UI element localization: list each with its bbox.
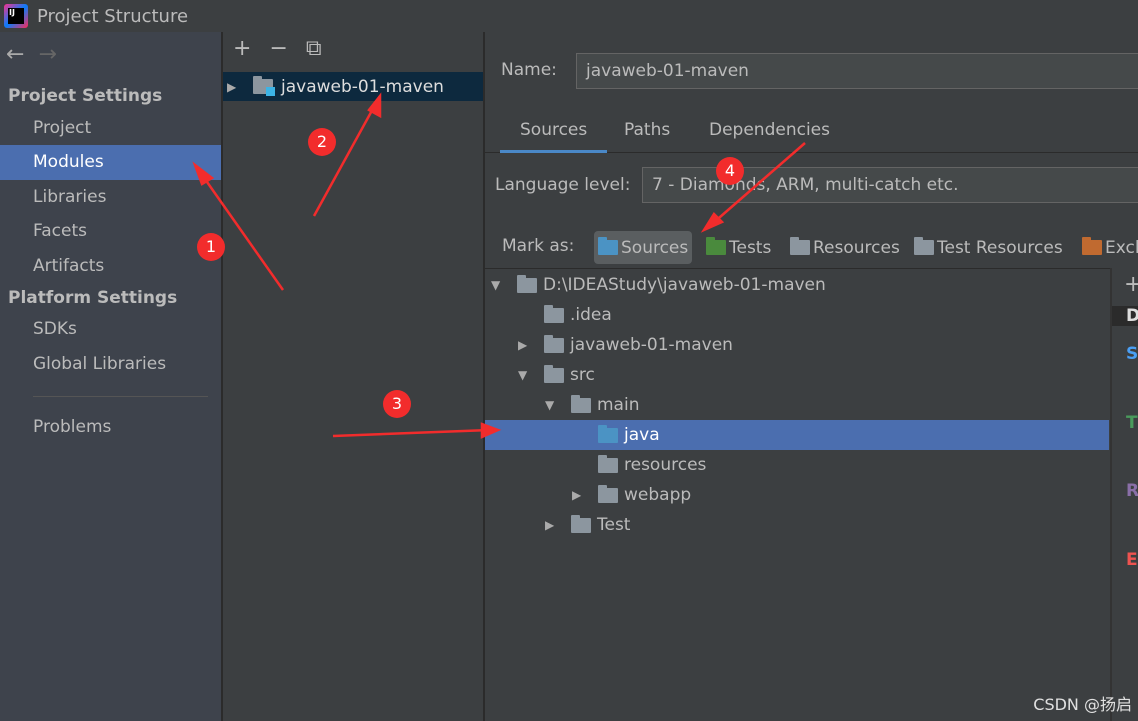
divider xyxy=(33,396,208,397)
sidebar-item-facets[interactable]: Facets xyxy=(0,214,221,249)
content-root-tree: ▼ D:\IDEAStudy\javaweb-01-maven .idea ▶ java… xyxy=(485,268,1110,721)
test-resources-folder-icon xyxy=(914,237,934,255)
expand-arrow-icon[interactable]: ▶ xyxy=(227,80,239,94)
add-content-root-icon[interactable]: + xyxy=(1124,272,1138,297)
expand-arrow-icon[interactable]: ▼ xyxy=(518,368,530,382)
annotation-badge-3: 3 xyxy=(383,390,411,418)
tree-node[interactable]: ▶ webapp xyxy=(485,480,1109,510)
folder-icon xyxy=(544,364,564,383)
content-root-panel: + D S T R E xyxy=(1110,268,1138,721)
sidebar: ← → Project Settings Project Modules Libr… xyxy=(0,32,221,721)
mark-sources-button[interactable]: Sources xyxy=(594,231,693,264)
mark-excluded-button[interactable]: Excl xyxy=(1078,231,1138,264)
folder-icon xyxy=(571,394,591,413)
tab-paths[interactable]: Paths xyxy=(624,120,670,153)
tree-node-label: Test xyxy=(597,515,631,535)
module-label: javaweb-01-maven xyxy=(281,76,444,97)
remove-icon[interactable]: − xyxy=(269,36,287,61)
folder-icon xyxy=(598,484,618,503)
sources-folder-icon xyxy=(598,237,618,255)
resources-folder-icon xyxy=(790,237,810,255)
tree-node[interactable]: java xyxy=(485,420,1109,450)
mark-as-label: Mark as: xyxy=(502,236,575,256)
test-folders-label: T xyxy=(1126,413,1138,433)
tree-node[interactable]: .idea xyxy=(485,300,1109,330)
watermark: CSDN @扬启 xyxy=(1033,695,1132,714)
expand-arrow-icon[interactable]: ▼ xyxy=(491,278,503,292)
folder-icon xyxy=(517,274,537,293)
tree-node[interactable]: ▶ javaweb-01-maven xyxy=(485,330,1109,360)
back-arrow-icon[interactable]: ← xyxy=(6,42,24,67)
tree-node[interactable]: ▼ D:\IDEAStudy\javaweb-01-maven xyxy=(485,270,1109,300)
sidebar-item-global-libraries[interactable]: Global Libraries xyxy=(0,347,221,382)
expand-arrow-icon[interactable]: ▶ xyxy=(545,518,557,532)
tab-bar: Sources Paths Dependencies xyxy=(485,110,1138,153)
root-header: D xyxy=(1112,306,1138,326)
tab-dependencies[interactable]: Dependencies xyxy=(709,120,830,153)
module-item[interactable]: ▶ javaweb-01-maven xyxy=(223,72,483,101)
module-folder-icon xyxy=(253,76,275,96)
folder-icon xyxy=(544,334,564,353)
annotation-badge-1: 1 xyxy=(197,233,225,261)
tree-node[interactable]: resources xyxy=(485,450,1109,480)
tree-node-label: javaweb-01-maven xyxy=(570,335,733,355)
platform-settings-heading: Platform Settings xyxy=(8,288,178,308)
expand-arrow-icon[interactable]: ▶ xyxy=(518,338,530,352)
source-folders-label: S xyxy=(1126,344,1138,364)
module-editor: Name: javaweb-01-maven Sources Paths Dep… xyxy=(485,32,1138,721)
sidebar-item-problems[interactable]: Problems xyxy=(0,410,221,445)
excluded-folders-label: E xyxy=(1126,550,1138,570)
tree-node[interactable]: ▼ main xyxy=(485,390,1109,420)
sidebar-item-project[interactable]: Project xyxy=(0,111,221,146)
title-bar: IJ Project Structure xyxy=(0,0,1138,32)
sidebar-item-artifacts[interactable]: Artifacts xyxy=(0,249,221,284)
folder-icon xyxy=(598,454,618,473)
expand-arrow-icon[interactable]: ▼ xyxy=(545,398,557,412)
mark-resources-button[interactable]: Resources xyxy=(786,231,904,264)
tree-node[interactable]: ▶ Test xyxy=(485,510,1109,540)
excluded-folder-icon xyxy=(1082,237,1102,255)
sidebar-item-libraries[interactable]: Libraries xyxy=(0,180,221,215)
name-input[interactable]: javaweb-01-maven xyxy=(576,53,1138,89)
resource-folders-label: R xyxy=(1126,481,1138,501)
folder-icon xyxy=(598,424,618,443)
name-label: Name: xyxy=(501,60,557,80)
tree-node[interactable]: ▼ src xyxy=(485,360,1109,390)
tree-node-label: D:\IDEAStudy\javaweb-01-maven xyxy=(543,275,826,295)
tree-node-label: java xyxy=(624,425,660,445)
annotation-badge-2: 2 xyxy=(308,128,336,156)
folder-icon xyxy=(544,304,564,323)
tree-node-label: resources xyxy=(624,455,707,475)
tests-folder-icon xyxy=(706,237,726,255)
sidebar-item-sdks[interactable]: SDKs xyxy=(0,312,221,347)
window-title: Project Structure xyxy=(37,5,189,27)
expand-arrow-icon[interactable]: ▶ xyxy=(572,488,584,502)
tree-node-label: src xyxy=(570,365,595,385)
tree-node-label: main xyxy=(597,395,640,415)
copy-icon[interactable]: ⧉ xyxy=(306,36,322,61)
forward-arrow-icon[interactable]: → xyxy=(38,42,56,67)
mark-tests-button[interactable]: Tests xyxy=(702,231,775,264)
tree-node-label: .idea xyxy=(570,305,612,325)
tree-node-label: webapp xyxy=(624,485,692,505)
mark-test-resources-button[interactable]: Test Resources xyxy=(910,231,1067,264)
modules-panel: + − ⧉ ▶ javaweb-01-maven xyxy=(223,32,483,721)
sidebar-item-modules[interactable]: Modules xyxy=(0,145,221,180)
add-icon[interactable]: + xyxy=(233,36,251,61)
language-level-label: Language level: xyxy=(495,175,631,195)
annotation-badge-4: 4 xyxy=(716,157,744,185)
intellij-logo-icon: IJ xyxy=(4,4,28,28)
folder-icon xyxy=(571,514,591,533)
tab-sources[interactable]: Sources xyxy=(500,120,608,153)
project-settings-heading: Project Settings xyxy=(8,86,163,106)
